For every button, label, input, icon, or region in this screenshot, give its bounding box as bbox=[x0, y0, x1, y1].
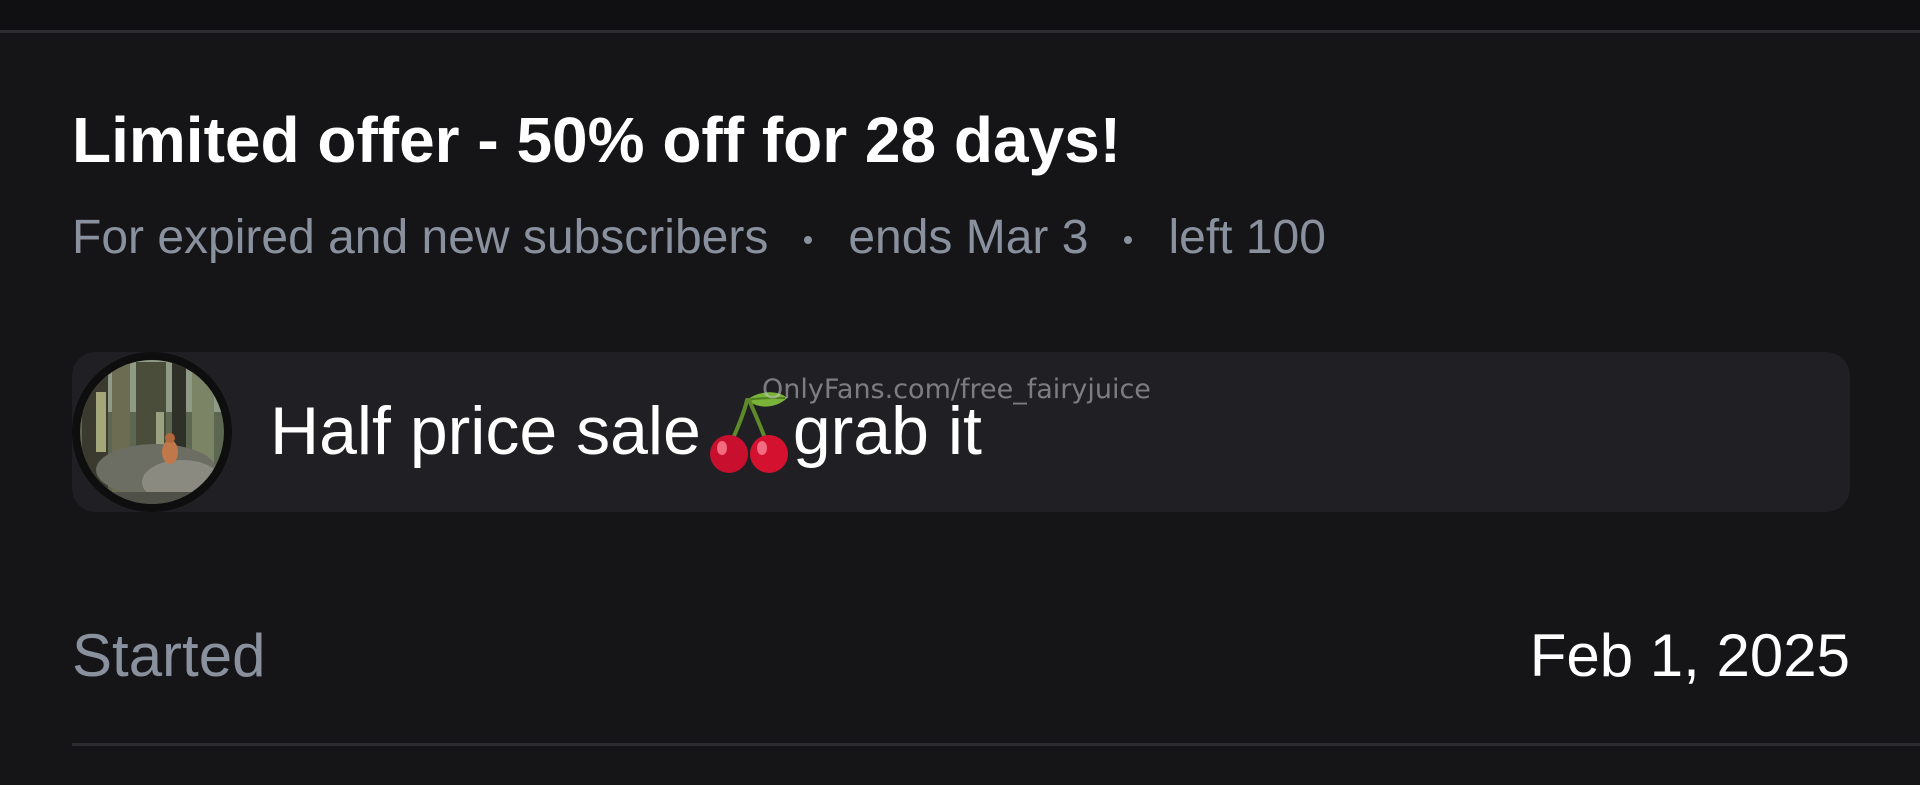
top-bar bbox=[0, 0, 1920, 30]
started-label: Started bbox=[72, 622, 266, 689]
offer-end-date: ends Mar 3 bbox=[848, 211, 1089, 264]
offer-meta: For expired and new subscribers ends Mar… bbox=[72, 208, 1326, 268]
offer-page: Limited offer - 50% off for 28 days! For… bbox=[0, 0, 1920, 785]
separator-dot bbox=[1124, 236, 1133, 244]
top-divider bbox=[0, 30, 1920, 33]
offer-remaining-count: left 100 bbox=[1168, 211, 1326, 264]
avatar-forest-photo bbox=[72, 352, 232, 512]
offer-audience: For expired and new subscribers bbox=[72, 211, 769, 264]
started-date: Feb 1, 2025 bbox=[1529, 622, 1850, 689]
watermark: OnlyFans.com/free_fairyjuice bbox=[762, 374, 1151, 405]
avatar[interactable] bbox=[72, 352, 232, 512]
message-text-start: Half price sale bbox=[270, 393, 701, 469]
offer-title: Limited offer - 50% off for 28 days! bbox=[72, 104, 1122, 176]
bottom-divider bbox=[72, 743, 1920, 746]
separator-dot bbox=[804, 236, 813, 244]
